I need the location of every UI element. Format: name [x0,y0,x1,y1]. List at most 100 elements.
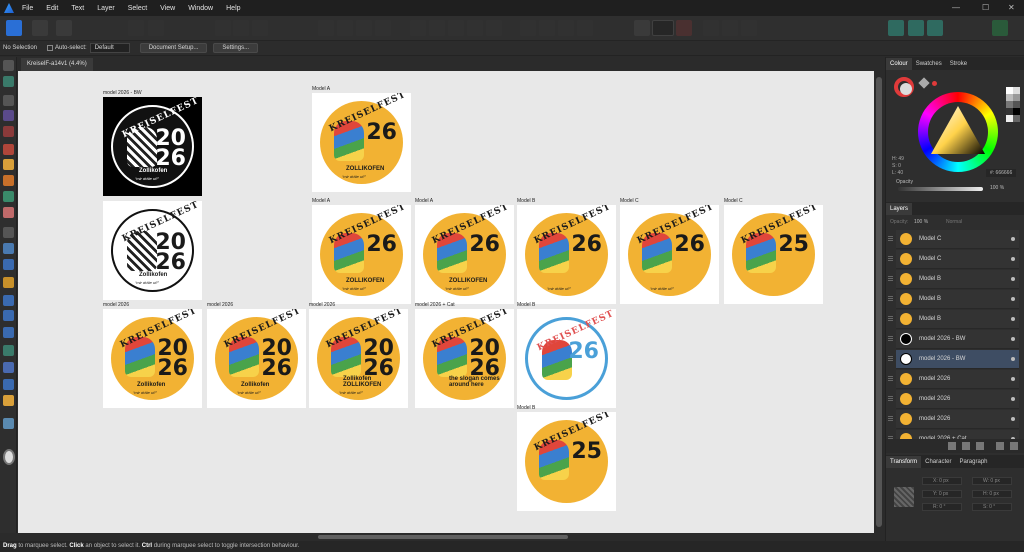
insert-target-field[interactable] [652,20,674,36]
artboard[interactable]: KREISELFEST 26 [517,309,616,408]
artboard[interactable]: KREISELFEST 20 26 Zollikofen “mir dräie uf!… [103,97,202,196]
blend-mode-dropdown[interactable]: Normal [946,219,962,225]
layer-visibility-icon[interactable] [1011,417,1015,421]
tab-transform[interactable]: Transform [886,455,922,468]
layer-visibility-icon[interactable] [1011,377,1015,381]
geometry-icon[interactable] [722,20,738,36]
artboard[interactable]: KREISELFEST 26 “mir dräie uf!” [517,205,616,304]
artboard[interactable]: KREISELFEST 20 26 Zollikofen “mir dräie uf!… [207,309,306,408]
rounded-rect-icon[interactable] [3,327,14,338]
artboard-label[interactable]: model 2026 [309,302,335,308]
snap-options-icon[interactable] [233,20,249,36]
document-tab[interactable]: KreiselF-a14v1 (4.4%) [21,58,93,71]
layers-opacity-value[interactable]: 100 % [914,219,928,225]
artboard-label[interactable]: Model A [415,198,433,204]
place-image-icon[interactable] [3,259,14,270]
layer-row[interactable]: Model B [896,310,1019,329]
pixel-persona-icon[interactable] [32,20,48,36]
layer-visibility-icon[interactable] [1011,297,1015,301]
arrange-backward-icon[interactable] [337,20,353,36]
transform-field[interactable]: R: 0 ° [922,503,962,511]
opacity-slider[interactable] [898,187,983,191]
menu-window[interactable]: Window [188,5,213,12]
artboard-label[interactable]: Model A [312,198,330,204]
layer-drag-handle[interactable] [888,336,893,342]
anchor-selector-icon[interactable] [894,487,914,507]
insert-target-icon[interactable] [634,20,650,36]
boolean-add-icon[interactable] [520,20,536,36]
layer-drag-handle[interactable] [888,236,893,242]
minimize-button[interactable]: — [952,3,960,12]
auto-select-dropdown[interactable]: Default [89,43,130,53]
layer-visibility-icon[interactable] [1011,337,1015,341]
opacity-value[interactable]: 100 % [990,185,1004,191]
tab-paragraph[interactable]: Paragraph [955,459,991,465]
tab-character[interactable]: Character [921,459,955,465]
flip-horizontal-icon[interactable] [429,20,445,36]
layer-row[interactable]: Model C [896,250,1019,269]
layer-drag-handle[interactable] [888,256,893,262]
ellipse-tool-icon[interactable] [3,310,14,321]
layer-drag-handle[interactable] [888,396,893,402]
layer-row[interactable]: model 2026 [896,410,1019,429]
artboard-label[interactable]: Model B [517,198,535,204]
menu-select[interactable]: Select [128,5,147,12]
layer-visibility-icon[interactable] [1011,397,1015,401]
layer-drag-handle[interactable] [888,356,893,362]
boolean-subtract-icon[interactable] [539,20,555,36]
layer-visibility-icon[interactable] [1011,237,1015,241]
snap-icon[interactable] [215,20,231,36]
tab-layers[interactable]: Layers [886,202,913,215]
layer-visibility-icon[interactable] [1011,277,1015,281]
fill-colour-icon[interactable] [900,83,912,95]
layer-drag-handle[interactable] [888,416,893,422]
horizontal-scroll-thumb[interactable] [318,535,568,539]
contour-tool-icon[interactable] [3,126,14,137]
document-setup-button[interactable]: Document Setup... [139,43,208,53]
layer-row[interactable]: model 2026 - BW [896,350,1019,369]
point-transform-icon[interactable] [3,110,14,121]
artboard[interactable]: KREISELFEST 20 26 Zollikofen ZOLLIKOFEN “mi… [309,309,408,408]
layer-row[interactable]: model 2026 [896,390,1019,409]
export-persona-icon[interactable] [56,20,72,36]
layer-row[interactable]: model 2026 - BW [896,330,1019,349]
quick-shape-icon[interactable] [703,20,719,36]
frame-text-icon[interactable] [3,379,14,390]
rotate-right-icon[interactable] [486,20,502,36]
artboard-label[interactable]: model 2026 [207,302,233,308]
artboard[interactable]: KREISELFEST 26 “mir dräie uf!” [620,205,719,304]
transform-field[interactable]: S: 0 ° [972,503,1012,511]
transform-field[interactable]: Y: 0 px [922,490,962,498]
paint-brush-icon[interactable] [3,243,14,254]
layer-fx-icon[interactable] [948,442,956,450]
artboard[interactable]: KREISELFEST 26 ZOLLIKOFEN “mir dräie uf!” [312,93,411,192]
colour-wheel[interactable] [918,92,998,172]
delete-layer-icon[interactable] [1010,442,1018,450]
assistant-2-icon[interactable] [908,20,924,36]
menu-help[interactable]: Help [226,5,240,12]
color-picker-icon[interactable] [3,395,14,406]
layer-drag-handle[interactable] [888,316,893,322]
arrange-front-icon[interactable] [375,20,391,36]
flip-vertical-icon[interactable] [448,20,464,36]
artboard-label[interactable]: Model A [312,86,330,92]
assistant-icon[interactable] [888,20,904,36]
artboard-label[interactable]: Model B [517,302,535,308]
artboard[interactable]: KREISELFEST 25 [724,205,823,304]
tab-swatches[interactable]: Swatches [912,61,946,67]
boolean-intersect-icon[interactable] [558,20,574,36]
greyscale-swatches[interactable] [1006,87,1020,122]
artboard[interactable]: KREISELFEST 26 ZOLLIKOFEN “mir dräie uf!” [415,205,514,304]
tab-stroke[interactable]: Stroke [946,61,971,67]
tab-colour[interactable]: Colour [886,57,912,70]
layer-visibility-icon[interactable] [1011,357,1015,361]
menu-file[interactable]: File [22,5,33,12]
artboard[interactable]: KREISELFEST 20 26 Zollikofen “mir dräie uf!… [103,201,202,300]
transform-field[interactable]: W: 0 px [972,477,1012,485]
mask-icon[interactable] [676,20,692,36]
layer-drag-handle[interactable] [888,276,893,282]
layer-drag-handle[interactable] [888,296,893,302]
menu-layer[interactable]: Layer [97,5,115,12]
layer-drag-handle[interactable] [888,376,893,382]
artboard-label[interactable]: Model C [724,198,743,204]
